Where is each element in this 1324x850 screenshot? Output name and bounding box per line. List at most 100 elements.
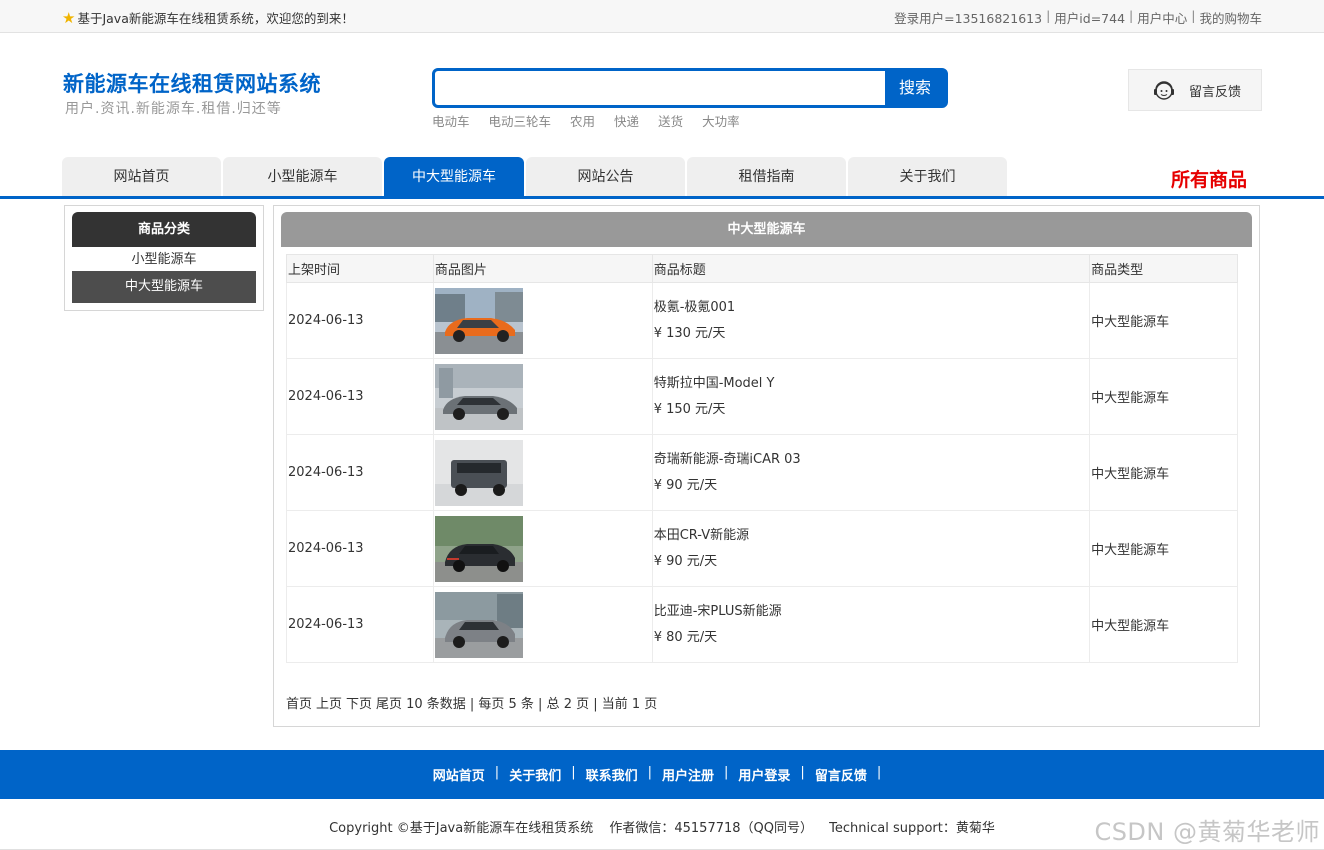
image-cell bbox=[432, 434, 653, 511]
product-price: ¥ 90 元/天 bbox=[653, 553, 718, 569]
author-contact: 作者微信：45157718（QQ同号） bbox=[609, 821, 813, 836]
welcome-text: 基于Java新能源车在线租赁系统，欢迎您的到来！ bbox=[77, 11, 354, 26]
date-cell: 2024-06-13 bbox=[286, 358, 434, 435]
search-input[interactable] bbox=[435, 71, 887, 105]
search-button[interactable]: 搜索 bbox=[885, 71, 945, 105]
pagination-summary: 10 条数据 | 每页 5 条 | 总 2 页 | 当前 1 页 bbox=[406, 697, 658, 712]
goods-panel-title: 中大型能源车 bbox=[281, 212, 1252, 247]
table-row: 2024-06-13 特斯拉中国-Model Y ¥ 150 元/天 中大型能源… bbox=[286, 358, 1238, 435]
footer-link-feedback[interactable]: 留言反馈 bbox=[815, 765, 867, 784]
product-price: ¥ 80 元/天 bbox=[653, 629, 718, 645]
category-item-large[interactable]: 中大型能源车 bbox=[72, 271, 256, 303]
separator: | bbox=[1191, 8, 1196, 23]
title-cell: 本田CR-V新能源 ¥ 90 元/天 bbox=[651, 510, 1091, 587]
separator: | bbox=[1046, 8, 1051, 23]
table-row: 2024-06-13 极氪-极氪001 ¥ 130 元/天 中大型能源车 bbox=[286, 282, 1238, 359]
product-title[interactable]: 极氪-极氪001 bbox=[654, 298, 1089, 318]
column-header: 上架时间 bbox=[286, 254, 434, 283]
footer-link-register[interactable]: 用户注册 bbox=[662, 765, 714, 784]
separator: | bbox=[647, 765, 652, 780]
category-item-small[interactable]: 小型能源车 bbox=[72, 246, 256, 274]
cart-link[interactable]: 我的购物车 bbox=[1199, 8, 1262, 27]
tab-large-vehicles[interactable]: 中大型能源车 bbox=[384, 157, 524, 197]
type-cell: 中大型能源车 bbox=[1089, 434, 1238, 511]
technical-support: Technical support：黄菊华 bbox=[829, 821, 995, 836]
site-title[interactable]: 新能源车在线租赁网站系统 bbox=[63, 68, 321, 98]
tab-home[interactable]: 网站首页 bbox=[62, 157, 221, 197]
copyright-text: Copyright ©基于Java新能源车在线租赁系统 bbox=[329, 821, 594, 836]
date-cell: 2024-06-13 bbox=[286, 510, 434, 587]
separator: | bbox=[571, 765, 576, 780]
feedback-label: 留言反馈 bbox=[1189, 84, 1242, 100]
date-cell: 2024-06-13 bbox=[286, 586, 434, 663]
footer-link-login[interactable]: 用户登录 bbox=[738, 765, 790, 784]
top-bar: ★ 基于Java新能源车在线租赁系统，欢迎您的到来！ 登录用户=13516821… bbox=[0, 0, 1324, 33]
type-cell: 中大型能源车 bbox=[1089, 586, 1238, 663]
search-box: 搜索 bbox=[432, 68, 948, 108]
product-title[interactable]: 特斯拉中国-Model Y bbox=[654, 374, 1089, 394]
next-page-link[interactable]: 下页 bbox=[346, 697, 372, 712]
title-cell: 奇瑞新能源-奇瑞iCAR 03 ¥ 90 元/天 bbox=[651, 434, 1091, 511]
separator: | bbox=[724, 765, 729, 780]
title-cell: 极氪-极氪001 ¥ 130 元/天 bbox=[651, 282, 1091, 359]
image-cell bbox=[432, 510, 653, 587]
type-cell: 中大型能源车 bbox=[1089, 510, 1238, 587]
hot-keyword[interactable]: 电动三轮车 bbox=[489, 111, 552, 130]
table-header-row: 上架时间 商品图片 商品标题 商品类型 bbox=[286, 254, 1238, 283]
table-row: 2024-06-13 奇瑞新能源-奇瑞iCAR 03 ¥ 90 元/天 中大型能… bbox=[286, 434, 1238, 511]
product-title[interactable]: 比亚迪-宋PLUS新能源 bbox=[654, 602, 1089, 622]
last-page-link[interactable]: 尾页 bbox=[376, 697, 402, 712]
table-row: 2024-06-13 比亚迪-宋PLUS新能源 ¥ 80 元/天 中大型能源车 bbox=[286, 586, 1238, 663]
hot-keyword[interactable]: 快递 bbox=[614, 111, 639, 130]
type-cell: 中大型能源车 bbox=[1089, 358, 1238, 435]
hot-keyword[interactable]: 农用 bbox=[570, 111, 595, 130]
goods-panel: 中大型能源车 上架时间 商品图片 商品标题 商品类型 2024-06-13 极氪… bbox=[273, 205, 1260, 727]
product-image[interactable] bbox=[434, 363, 523, 430]
separator: | bbox=[1129, 8, 1134, 23]
user-center-link[interactable]: 用户中心 bbox=[1137, 8, 1187, 27]
all-goods-link[interactable]: 所有商品 bbox=[1171, 165, 1247, 192]
tab-small-vehicles[interactable]: 小型能源车 bbox=[223, 157, 382, 197]
footer-link-contact[interactable]: 联系我们 bbox=[586, 765, 638, 784]
user-id-text: 用户id=744 bbox=[1054, 11, 1126, 26]
hot-keywords: 电动车 电动三轮车 农用 快递 送货 大功率 bbox=[432, 111, 740, 130]
product-price: ¥ 150 元/天 bbox=[653, 401, 726, 417]
product-title[interactable]: 本田CR-V新能源 bbox=[654, 526, 1089, 546]
product-image[interactable] bbox=[434, 515, 523, 582]
footer-link-home[interactable]: 网站首页 bbox=[433, 765, 485, 784]
title-cell: 特斯拉中国-Model Y ¥ 150 元/天 bbox=[651, 358, 1091, 435]
footer-link-about[interactable]: 关于我们 bbox=[509, 765, 561, 784]
separator: | bbox=[876, 765, 882, 780]
type-cell: 中大型能源车 bbox=[1089, 282, 1238, 359]
column-header: 商品图片 bbox=[432, 254, 653, 283]
title-cell: 比亚迪-宋PLUS新能源 ¥ 80 元/天 bbox=[651, 586, 1091, 663]
date-cell: 2024-06-13 bbox=[286, 434, 434, 511]
star-icon: ★ bbox=[62, 8, 76, 27]
first-page-link[interactable]: 首页 bbox=[286, 697, 312, 712]
product-price: ¥ 90 元/天 bbox=[653, 477, 718, 493]
date-cell: 2024-06-13 bbox=[286, 282, 434, 359]
headset-icon bbox=[1154, 81, 1174, 100]
prev-page-link[interactable]: 上页 bbox=[316, 697, 342, 712]
watermark: CSDN @黄菊华老师 bbox=[1094, 818, 1320, 846]
hot-keyword[interactable]: 大功率 bbox=[702, 111, 740, 130]
product-title[interactable]: 奇瑞新能源-奇瑞iCAR 03 bbox=[654, 450, 1089, 470]
product-image[interactable] bbox=[434, 591, 523, 658]
pagination: 首页 上页 下页 尾页 10 条数据 | 每页 5 条 | 总 2 页 | 当前 1 页 bbox=[286, 693, 657, 712]
tab-about-us[interactable]: 关于我们 bbox=[848, 157, 1007, 197]
feedback-button[interactable]: 留言反馈 bbox=[1128, 69, 1262, 111]
table-row: 2024-06-13 本田CR-V新能源 ¥ 90 元/天 中大型能源车 bbox=[286, 510, 1238, 587]
product-image[interactable] bbox=[434, 287, 523, 354]
nav-divider bbox=[0, 196, 1324, 199]
separator: | bbox=[800, 765, 805, 780]
image-cell bbox=[432, 586, 653, 663]
hot-keyword[interactable]: 电动车 bbox=[432, 111, 470, 130]
category-title: 商品分类 bbox=[72, 212, 256, 247]
tab-announcements[interactable]: 网站公告 bbox=[526, 157, 685, 197]
tab-rental-guide[interactable]: 租借指南 bbox=[687, 157, 846, 197]
hot-keyword[interactable]: 送货 bbox=[658, 111, 683, 130]
footer-nav: 网站首页 | 关于我们 | 联系我们 | 用户注册 | 用户登录 | 留言反馈 | bbox=[0, 750, 1324, 799]
product-image[interactable] bbox=[434, 439, 523, 506]
user-links: 登录用户=13516821613 | 用户id=744 | 用户中心 | 我的购… bbox=[894, 8, 1262, 27]
column-header: 商品标题 bbox=[651, 254, 1091, 283]
